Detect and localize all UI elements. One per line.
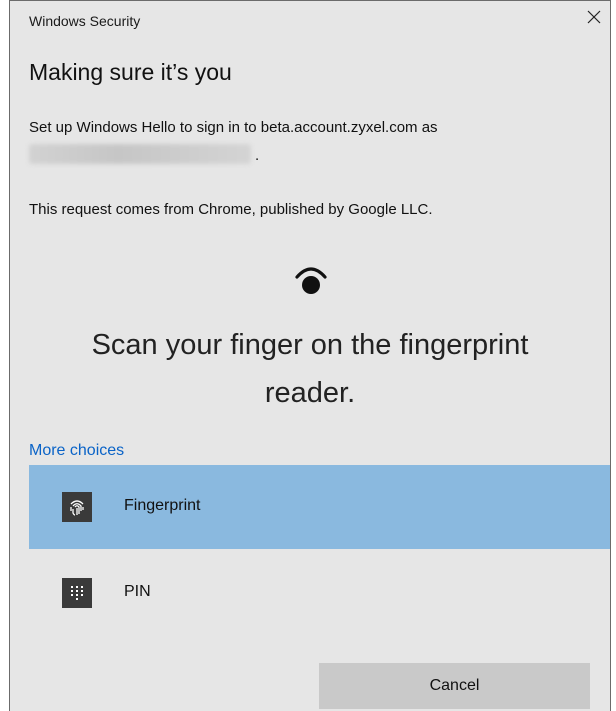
setup-message: Set up Windows Hello to sign in to beta.… — [29, 119, 438, 136]
pin-keypad-icon — [62, 578, 92, 608]
close-icon — [587, 10, 601, 24]
fingerprint-icon — [62, 492, 92, 522]
option-pin-label: PIN — [124, 583, 151, 600]
more-choices-link[interactable]: More choices — [29, 442, 124, 460]
request-source-message: This request comes from Chrome, publishe… — [29, 201, 433, 218]
scan-instruction-line2: reader. — [264, 377, 356, 409]
close-button[interactable] — [578, 3, 610, 31]
fingerprint-sensor-icon — [295, 267, 327, 294]
windows-security-dialog: Windows Security Making sure it’s you Se… — [9, 0, 611, 711]
option-pin[interactable]: PIN — [29, 551, 610, 635]
cancel-button-label: Cancel — [429, 677, 480, 694]
title-bar: Windows Security — [10, 1, 610, 33]
dialog-heading: Making sure it’s you — [29, 59, 232, 85]
scan-instruction-line1: Scan your finger on the fingerprint — [91, 329, 529, 361]
window-title: Windows Security — [29, 13, 141, 29]
scan-instruction: Scan your finger on the fingerprint read… — [50, 321, 570, 417]
cancel-button[interactable]: Cancel — [319, 663, 590, 709]
setup-message-end: . — [255, 147, 260, 164]
redacted-account-email — [29, 144, 251, 164]
redacted-account-line: . — [29, 144, 259, 164]
option-fingerprint-label: Fingerprint — [124, 497, 201, 514]
option-fingerprint[interactable]: Fingerprint — [29, 465, 610, 549]
